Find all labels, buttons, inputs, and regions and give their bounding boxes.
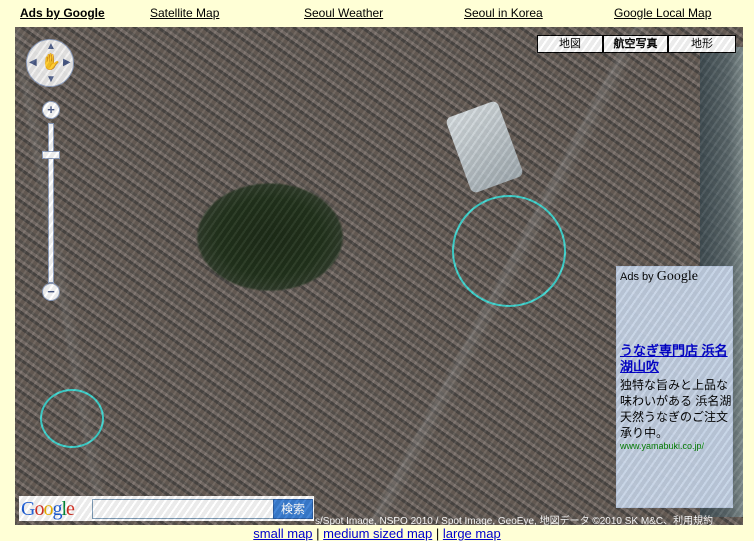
google-logo-letter: G: [21, 498, 35, 520]
google-logo-text: Google: [21, 498, 75, 520]
medium-map-link[interactable]: medium sized map: [323, 526, 432, 541]
pan-up-icon[interactable]: ▲: [46, 41, 56, 52]
ad-panel: Ads by Google うなぎ専門店 浜名湖山吹 独特な旨みと上品な味わいが…: [616, 266, 733, 508]
google-logo: Google: [21, 498, 75, 521]
zoom-in-button[interactable]: +: [42, 101, 60, 119]
zoom-out-button[interactable]: −: [42, 283, 60, 301]
map-type-satellite-button[interactable]: 航空写真: [603, 35, 668, 53]
separator: |: [432, 526, 443, 541]
zoom-slider-handle[interactable]: [42, 151, 60, 159]
google-logo-letter: o: [34, 498, 44, 520]
top-links-bar: Ads by Google Satellite Map Seoul Weathe…: [0, 0, 754, 26]
ad-body-text: 独特な旨みと上品な味わいがある 浜名湖天然うなぎのご注文承り中。: [620, 378, 732, 440]
zoom-slider-track[interactable]: [48, 123, 54, 283]
seoul-in-korea-link[interactable]: Seoul in Korea: [464, 6, 543, 20]
pan-left-icon[interactable]: ◀: [29, 57, 37, 68]
ads-by-google-link[interactable]: Ads by Google: [20, 6, 105, 20]
map-copyright: s/Spot Image, NSPO 2010 / Spot Image, Ge…: [315, 516, 714, 525]
search-input[interactable]: [92, 499, 274, 519]
highlight-circle-east: [452, 195, 566, 307]
large-map-link[interactable]: large map: [443, 526, 501, 541]
google-local-map-link[interactable]: Google Local Map: [614, 6, 711, 20]
stadium-building: [444, 100, 525, 194]
google-logo-letter: e: [66, 498, 75, 520]
separator: |: [312, 526, 324, 541]
ad-url-link[interactable]: www.yamabuki.co.jp/: [620, 441, 704, 451]
map-type-map-button[interactable]: 地図: [537, 35, 603, 53]
map-size-links: small map | medium sized map | large map: [0, 526, 754, 541]
google-logo-letter: g: [52, 498, 62, 520]
google-logo-letter: o: [43, 498, 53, 520]
small-map-link[interactable]: small map: [253, 526, 312, 541]
google-logo-letter: l: [61, 498, 67, 520]
ad-title-link[interactable]: うなぎ専門店 浜名湖山吹: [620, 343, 732, 375]
hand-icon: ✋: [41, 54, 61, 71]
highlight-circle-west: [40, 389, 104, 448]
search-bar: Google 検索: [19, 496, 314, 521]
pan-right-icon[interactable]: ▶: [63, 57, 71, 68]
search-button[interactable]: 検索: [273, 499, 313, 519]
ad-header-prefix: Ads by: [620, 271, 654, 283]
terms-link[interactable]: 利用規約: [673, 516, 713, 525]
ad-header-brand: Google: [656, 269, 698, 284]
river-area: [700, 47, 743, 517]
pan-control[interactable]: ▲ ▼ ◀ ▶ ✋: [26, 39, 74, 87]
satellite-map-link[interactable]: Satellite Map: [150, 6, 219, 20]
copyright-text: s/Spot Image, NSPO 2010 / Spot Image, Ge…: [315, 516, 664, 525]
ad-header: Ads by Google: [620, 269, 698, 285]
satellite-map[interactable]: 地図 航空写真 地形 ▲ ▼ ◀ ▶ ✋ + − Ads by Google う…: [15, 27, 743, 525]
map-type-terrain-button[interactable]: 地形: [668, 35, 736, 53]
pan-down-icon[interactable]: ▼: [46, 74, 56, 85]
seoul-weather-link[interactable]: Seoul Weather: [304, 6, 383, 20]
